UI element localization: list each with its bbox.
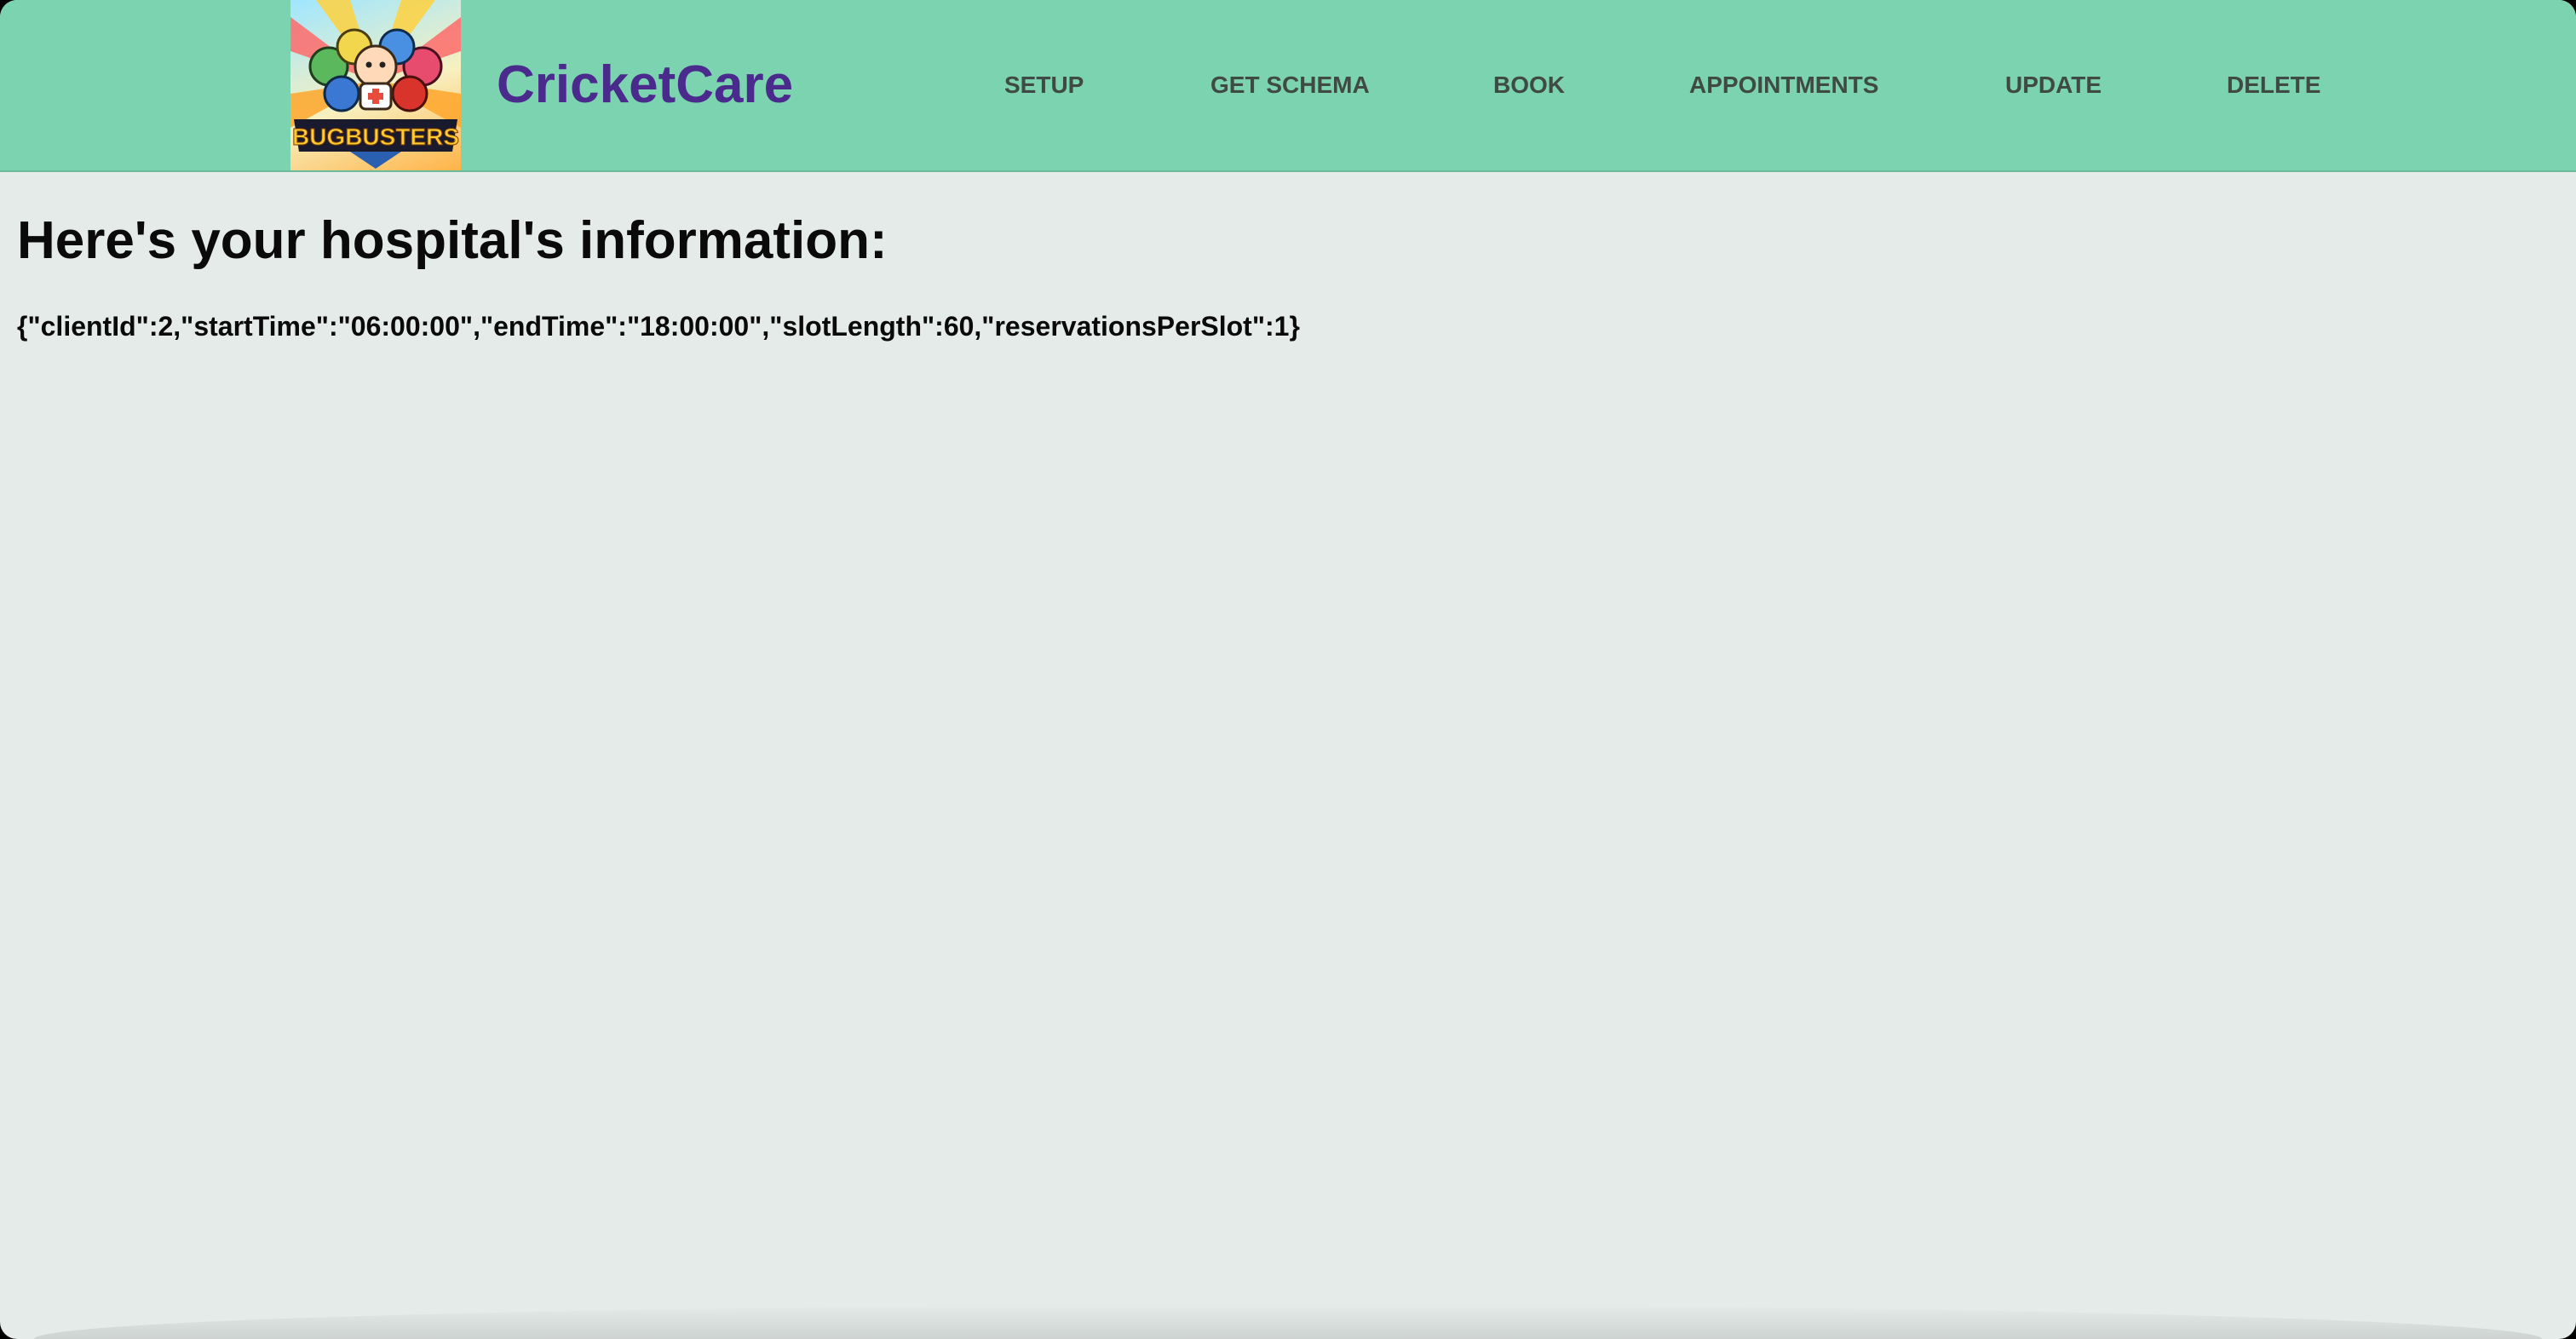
logo-text: BUGBUSTERS [292,124,459,150]
nav-update[interactable]: UPDATE [2005,68,2102,102]
nav-get-schema[interactable]: GET SCHEMA [1210,68,1370,102]
browser-page: BUGBUSTERS CricketCare SETUP GET SCHEMA … [0,0,2576,1339]
brand-title[interactable]: CricketCare [497,49,793,121]
hospital-info-json: {"clientId":2,"startTime":"06:00:00","en… [17,311,1300,342]
page-title: Here's your hospital's information: [17,211,888,270]
nav-book[interactable]: BOOK [1493,68,1565,102]
bugbusters-logo[interactable]: BUGBUSTERS [290,0,461,170]
bottom-shadow [34,1305,2542,1339]
navbar: BUGBUSTERS CricketCare SETUP GET SCHEMA … [0,0,2576,172]
nav-delete[interactable]: DELETE [2227,68,2320,102]
nav-setup[interactable]: SETUP [1004,68,1084,102]
bugbusters-logo-art: BUGBUSTERS [290,0,461,169]
nav-appointments[interactable]: APPOINTMENTS [1689,68,1878,102]
